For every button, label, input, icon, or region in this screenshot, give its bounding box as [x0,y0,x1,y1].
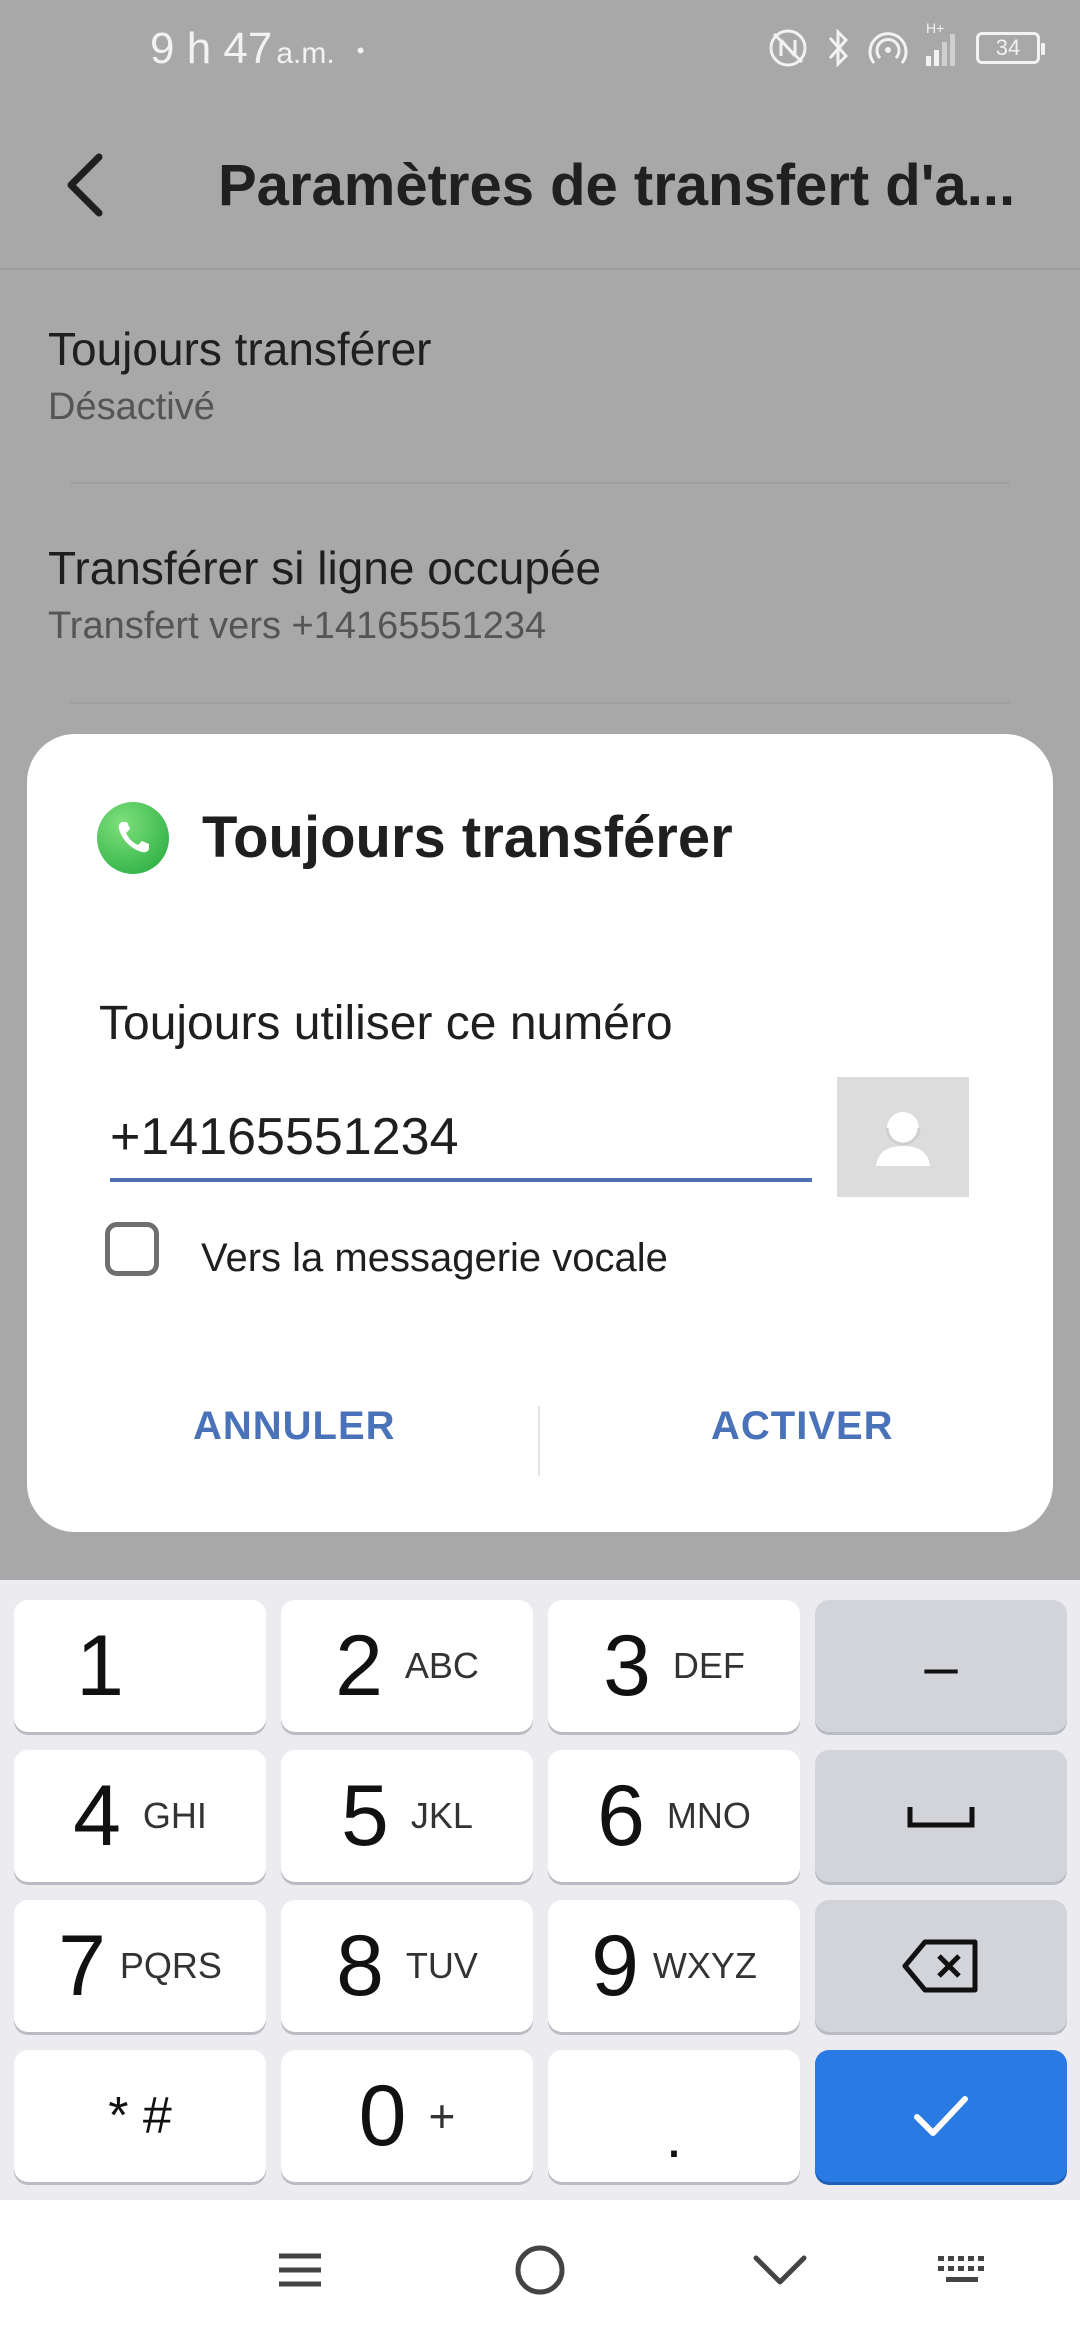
key-digit: 9 [591,1917,639,2014]
clock-time: 9 h 47 [150,24,273,73]
key-0[interactable]: 0 + [281,2050,533,2182]
key-digit: 1 [76,1617,124,1714]
key-8[interactable]: 8 TUV [281,1900,533,2032]
key-confirm[interactable] [815,2050,1067,2182]
hotspot-icon [868,28,908,68]
back-button[interactable] [50,140,120,230]
key-symbol: – [924,1632,958,1700]
key-letters: + [428,2090,456,2142]
contact-picker-button[interactable] [837,1077,969,1197]
chevron-down-icon [753,2255,807,2285]
key-space[interactable] [815,1750,1067,1882]
key-letters: TUV [405,1945,478,1986]
menu-icon [279,2253,321,2287]
keyboard-icon [938,2256,984,2282]
contact-icon [876,1112,930,1166]
key-symbol: * # [108,2087,172,2145]
key-letters: JKL [410,1795,473,1836]
nav-menu-button[interactable] [260,2238,340,2302]
page-title: Paramètres de transfert d'a... [218,153,1016,218]
setting-subtitle: Transfert vers +14165551234 [48,605,547,647]
key-backspace[interactable] [815,1900,1067,2032]
forward-dialog: Toujours transférer Toujours utiliser ce… [27,734,1053,1532]
checkmark-icon [914,2096,968,2136]
key-6[interactable]: 6 MNO [548,1750,800,1882]
setting-forward-busy[interactable]: Transférer si ligne occupée Transfert ve… [48,541,1008,648]
key-letters: MNO [666,1795,751,1836]
key-digit: 5 [341,1767,389,1864]
nav-hide-keyboard-button[interactable] [740,2238,820,2302]
key-letters: DEF [672,1645,745,1686]
key-dot[interactable]: . [548,2050,800,2182]
key-5[interactable]: 5 JKL [281,1750,533,1882]
key-symbol: . [665,2102,683,2170]
activate-button[interactable]: ACTIVER [711,1404,894,1449]
setting-always-forward[interactable]: Toujours transférer Désactivé [48,322,1008,429]
key-9[interactable]: 9 WXYZ [548,1900,800,2032]
voicemail-checkbox[interactable] [105,1222,159,1276]
notification-dot: • [356,38,365,64]
key-2[interactable]: 2 ABC [281,1600,533,1732]
key-3[interactable]: 3 DEF [548,1600,800,1732]
signal-icon: H+ [924,20,960,68]
app-bar: Paramètres de transfert d'a... [0,100,1080,270]
key-star-hash[interactable]: * # [14,2050,266,2182]
home-circle-icon [515,2245,565,2295]
phone-icon [97,802,169,874]
divider [70,702,1010,704]
numeric-keypad: 1 2 ABC 3 DEF – 4 GHI 5 JKL 6 MNO 7 PQRS 8 TUV … [0,1580,1080,2200]
backspace-icon [902,1939,978,1993]
key-7[interactable]: 7 PQRS [14,1900,266,2032]
space-icon [907,1807,975,1828]
key-1[interactable]: 1 [14,1600,266,1732]
status-icons: H+ 34 [768,20,1045,68]
key-letters: WXYZ [652,1945,757,1986]
button-divider [538,1406,540,1476]
key-digit: 6 [597,1767,645,1864]
forward-number-input[interactable] [110,1102,812,1182]
nav-keyboard-button[interactable] [922,2238,1002,2302]
key-digit: 2 [335,1617,383,1714]
setting-title: Transférer si ligne occupée [48,542,602,594]
key-digit: 7 [58,1917,106,2014]
bluetooth-icon [824,28,852,68]
key-letters: GHI [142,1795,207,1836]
battery-level: 34 [995,35,1021,60]
key-digit: 0 [358,2067,407,2164]
navigation-bar [0,2200,1080,2340]
key-digit: 3 [603,1617,651,1714]
key-4[interactable]: 4 GHI [14,1750,266,1882]
number-label: Toujours utiliser ce numéro [99,997,673,1050]
clock-ampm: a.m. [276,37,335,70]
divider [70,482,1010,484]
cancel-button[interactable]: ANNULER [193,1404,396,1449]
back-arrow-icon [67,153,103,217]
key-digit: 4 [73,1767,121,1864]
key-letters: PQRS [119,1945,222,1986]
setting-title: Toujours transférer [48,323,432,375]
key-letters: ABC [404,1645,479,1686]
voicemail-checkbox-label[interactable]: Vers la messagerie vocale [201,1236,668,1281]
clock: 9 h 47 a.m. • [150,24,364,74]
nav-home-button[interactable] [500,2238,580,2302]
key-dash[interactable]: – [815,1600,1067,1732]
status-bar: 9 h 47 a.m. • H+ 34 [0,0,1080,100]
setting-subtitle: Désactivé [48,386,215,428]
dialog-title: Toujours transférer [202,805,733,870]
battery-icon: 34 [976,32,1045,64]
nfc-icon [768,28,808,68]
key-digit: 8 [336,1917,384,2014]
